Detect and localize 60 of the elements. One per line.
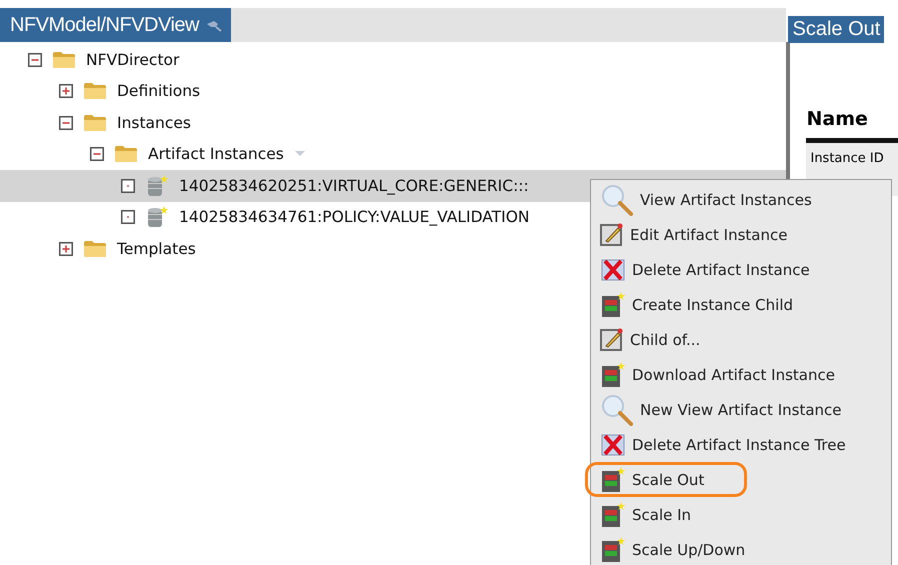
menu-item[interactable]: Scale In	[591, 497, 706, 532]
tree-label: NFVDirector	[86, 50, 180, 69]
tree-row[interactable]: NFVDirector	[0, 44, 786, 76]
document-icon	[600, 502, 626, 528]
menu-item-label: Scale In	[632, 506, 692, 524]
leaf-toggle[interactable]	[121, 178, 135, 193]
tree-row[interactable]: Definitions	[0, 76, 786, 107]
magnifier-icon	[600, 394, 634, 426]
menu-item-label: Edit Artifact Instance	[630, 226, 788, 244]
folder-icon	[114, 145, 138, 164]
menu-item-label: Create Instance Child	[632, 296, 794, 314]
pin-icon[interactable]	[204, 18, 223, 32]
folder-icon	[83, 240, 107, 258]
panel-title: Scale Out	[788, 16, 884, 43]
database-icon	[145, 174, 169, 197]
menu-item[interactable]: Edit Artifact Instance	[591, 217, 802, 252]
expand-toggle[interactable]	[59, 84, 73, 98]
delete-icon	[600, 258, 626, 282]
collapse-toggle[interactable]	[59, 116, 73, 130]
delete-icon	[600, 432, 626, 456]
tree-label: Definitions	[117, 82, 200, 100]
folder-icon	[83, 114, 107, 132]
tree-label: Artifact Instances	[148, 145, 284, 164]
menu-item[interactable]: Delete Artifact Instance	[591, 252, 825, 287]
leaf-toggle[interactable]	[121, 210, 135, 224]
panel-title: NFVModel/NFVDView	[10, 14, 199, 36]
menu-item-label: Download Artifact Instance	[632, 366, 835, 384]
magnifier-icon	[600, 184, 634, 216]
menu-item-label: Delete Artifact Instance Tree	[632, 436, 846, 454]
database-icon	[145, 206, 169, 228]
folder-icon	[52, 50, 76, 69]
document-icon	[600, 362, 626, 388]
menu-item[interactable]: Scale Up/Down	[591, 532, 760, 565]
document-icon	[600, 536, 626, 562]
menu-item[interactable]: New View Artifact Instance	[591, 392, 856, 427]
folder-icon	[83, 82, 107, 100]
tree-row[interactable]: Instances	[0, 107, 786, 138]
tree-label: 14025834634761:POLICY:VALUE_VALIDATION	[179, 208, 530, 226]
menu-item-label: Child of...	[630, 330, 700, 348]
collapse-toggle[interactable]	[90, 147, 104, 162]
document-icon	[600, 292, 626, 318]
tree-row[interactable]: Artifact Instances	[0, 138, 786, 170]
expand-toggle[interactable]	[59, 242, 73, 256]
menu-item[interactable]: Delete Artifact Instance Tree	[591, 427, 861, 462]
menu-item[interactable]: Scale Out	[585, 462, 748, 497]
tree-label: 14025834620251:VIRTUAL_CORE:GENERIC:::	[179, 176, 529, 195]
edit-icon	[600, 328, 624, 352]
menu-item-label: Scale Up/Down	[632, 540, 746, 558]
tree-label: Templates	[117, 240, 196, 258]
menu-item[interactable]: Download Artifact Instance	[591, 357, 850, 392]
collapse-toggle[interactable]	[28, 52, 42, 67]
table-cell: Instance ID	[810, 151, 884, 166]
menu-item-label: Delete Artifact Instance	[632, 260, 810, 278]
menu-item[interactable]: Create Instance Child	[591, 287, 808, 322]
menu-item[interactable]: Child of...	[591, 322, 716, 357]
menu-item-label: Scale Out	[632, 470, 704, 488]
edit-icon	[600, 222, 624, 246]
tree-label: Instances	[117, 114, 192, 132]
document-icon	[600, 466, 626, 492]
menu-item-label: New View Artifact Instance	[640, 400, 842, 418]
